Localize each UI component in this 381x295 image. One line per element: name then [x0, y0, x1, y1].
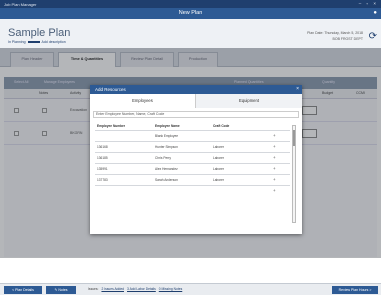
plan-status: In Planning	[8, 40, 26, 44]
table-row[interactable]: +	[95, 185, 290, 196]
add-icon[interactable]: +	[273, 188, 276, 193]
add-icon[interactable]: +	[273, 166, 276, 171]
plan-owner: BOB FROST DEPT	[332, 37, 363, 41]
missing-notes-link[interactable]: 0 Missing Notes	[159, 287, 182, 291]
employee-number: 136185	[97, 156, 108, 160]
add-icon[interactable]: +	[273, 133, 276, 138]
add-icon[interactable]: +	[273, 177, 276, 182]
employee-name: Chris Perry	[155, 156, 171, 160]
page-header: New Plan ● Sample Plan In Planning Add de…	[0, 8, 381, 48]
craft-code: Laborer	[213, 178, 224, 182]
app-title: Job Plan Manager	[4, 1, 37, 7]
plan-subtitle: In Planning Add description	[8, 40, 66, 44]
table-row[interactable]: Blank Employee +	[95, 130, 290, 141]
table-row[interactable]: 135991 Alex Hernandez Laborer +	[95, 163, 290, 174]
craft-code: Laborer	[213, 156, 224, 160]
plan-description-link[interactable]: Add description	[42, 40, 66, 44]
window-controls[interactable]: – ▫ ×	[359, 1, 378, 6]
employee-name: Blank Employee	[155, 134, 179, 138]
add-resources-dialog: Add Resources × Employees Equipment Ente…	[90, 85, 302, 234]
add-icon[interactable]: +	[273, 155, 276, 160]
table-row[interactable]: 136185 Chris Perry Laborer +	[95, 152, 290, 163]
table-row[interactable]: 136168 Hunter Simpson Laborer +	[95, 141, 290, 152]
divider	[27, 41, 40, 44]
employee-number-col-header: Employee Number	[97, 124, 125, 128]
employee-number: 135991	[97, 167, 108, 171]
scrollbar-thumb[interactable]	[293, 130, 295, 146]
tab-employees[interactable]: Employees	[90, 94, 196, 108]
review-plan-hours-button[interactable]: Review Plan Hours >	[332, 286, 378, 294]
employee-number: 136168	[97, 145, 108, 149]
user-icon[interactable]: ●	[373, 10, 377, 16]
bottom-action-bar: < Plan Details ✎ Notes Issues: 2 Issues A…	[0, 283, 381, 295]
issues-status: Issues: 2 Issues Added 3 Add Labor Details…	[88, 287, 182, 291]
refresh-icon[interactable]: ⟳	[369, 31, 377, 42]
resource-tabs: Employees Equipment	[90, 94, 302, 108]
employee-name: Hunter Simpson	[155, 145, 178, 149]
window-titlebar: Job Plan Manager – ▫ ×	[0, 0, 381, 8]
employee-name-col-header: Employee Name	[155, 124, 180, 128]
plan-name: Sample Plan	[8, 27, 71, 39]
craft-code-col-header: Craft Code	[213, 124, 230, 128]
issues-label: Issues:	[88, 287, 99, 291]
add-icon[interactable]: +	[273, 144, 276, 149]
dialog-title: Add Resources	[90, 85, 302, 94]
tab-equipment[interactable]: Equipment	[196, 94, 302, 108]
table-row[interactable]: 137783 Sarah Anderson Laborer +	[95, 174, 290, 185]
employee-number: 137783	[97, 178, 108, 182]
labor-details-link[interactable]: 3 Add Labor Details	[127, 287, 156, 291]
page-title: New Plan	[0, 8, 381, 19]
craft-code: Laborer	[213, 167, 224, 171]
notes-button[interactable]: ✎ Notes	[46, 286, 76, 294]
dialog-scrollbar[interactable]	[292, 125, 296, 223]
close-icon[interactable]: ×	[296, 85, 299, 94]
issues-added-link[interactable]: 2 Issues Added	[101, 287, 124, 291]
employee-name: Alex Hernandez	[155, 167, 178, 171]
plan-details-button[interactable]: < Plan Details	[4, 286, 42, 294]
employee-name: Sarah Anderson	[155, 178, 178, 182]
plan-date-info: Plan Date: Thursday, March 5, 2018 BOB F…	[307, 30, 363, 42]
craft-code: Laborer	[213, 145, 224, 149]
employee-search-input[interactable]: Enter Employee Number, Name, Craft Code	[93, 111, 299, 118]
